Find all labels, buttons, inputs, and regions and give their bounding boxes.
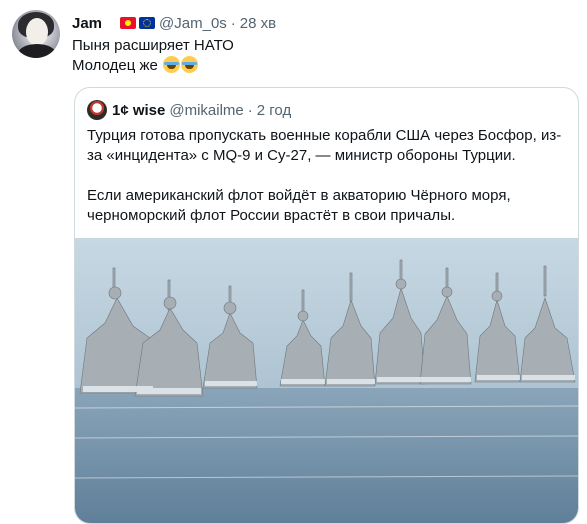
quoted-author-name: 1¢ wise bbox=[112, 101, 166, 119]
avatar-body bbox=[18, 44, 56, 58]
quoted-separator: · bbox=[247, 101, 253, 119]
quoted-text: Турция готова пропускать военные корабли… bbox=[87, 126, 567, 226]
rolling-on-floor-laughing-icon bbox=[181, 56, 199, 73]
warships-photo[interactable] bbox=[75, 238, 579, 524]
author-handle[interactable]: @Jam_0s bbox=[159, 15, 227, 32]
tweet-line-1: Пыня расширяет НАТО bbox=[72, 37, 234, 54]
quoted-avatar bbox=[87, 100, 107, 120]
quoted-paragraph-1: Турция готова пропускать военные корабли… bbox=[87, 127, 562, 164]
kyrgyzstan-flag-icon bbox=[120, 17, 137, 29]
author-name[interactable]: Jam bbox=[72, 15, 117, 32]
quoted-timestamp: 2 год bbox=[256, 101, 292, 119]
tweet-line-2: Молодец же bbox=[72, 56, 234, 76]
avatar[interactable] bbox=[12, 10, 60, 58]
rolling-on-floor-laughing-icon bbox=[163, 56, 181, 73]
tweet-line-2-text: Молодец же bbox=[72, 57, 158, 74]
quoted-tweet[interactable]: 1¢ wise @mikailme · 2 год Турция готова … bbox=[74, 87, 579, 524]
timestamp[interactable]: 28 хв bbox=[240, 15, 276, 32]
separator: · bbox=[230, 14, 236, 32]
quoted-author-handle: @mikailme bbox=[169, 101, 244, 119]
tweet-text: Пыня расширяет НАТО Молодец же bbox=[72, 36, 234, 76]
eu-flag-icon bbox=[139, 17, 156, 29]
quoted-paragraph-2: Если американский флот войдёт в акватори… bbox=[87, 187, 511, 224]
avatar-face bbox=[26, 18, 48, 46]
quoted-header: 1¢ wise @mikailme · 2 год bbox=[87, 100, 291, 120]
tweet-header: Jam @Jam_0s · 28 хв bbox=[72, 13, 276, 33]
tweet[interactable]: Jam @Jam_0s · 28 хв Пыня расширяет НАТО … bbox=[0, 0, 587, 524]
